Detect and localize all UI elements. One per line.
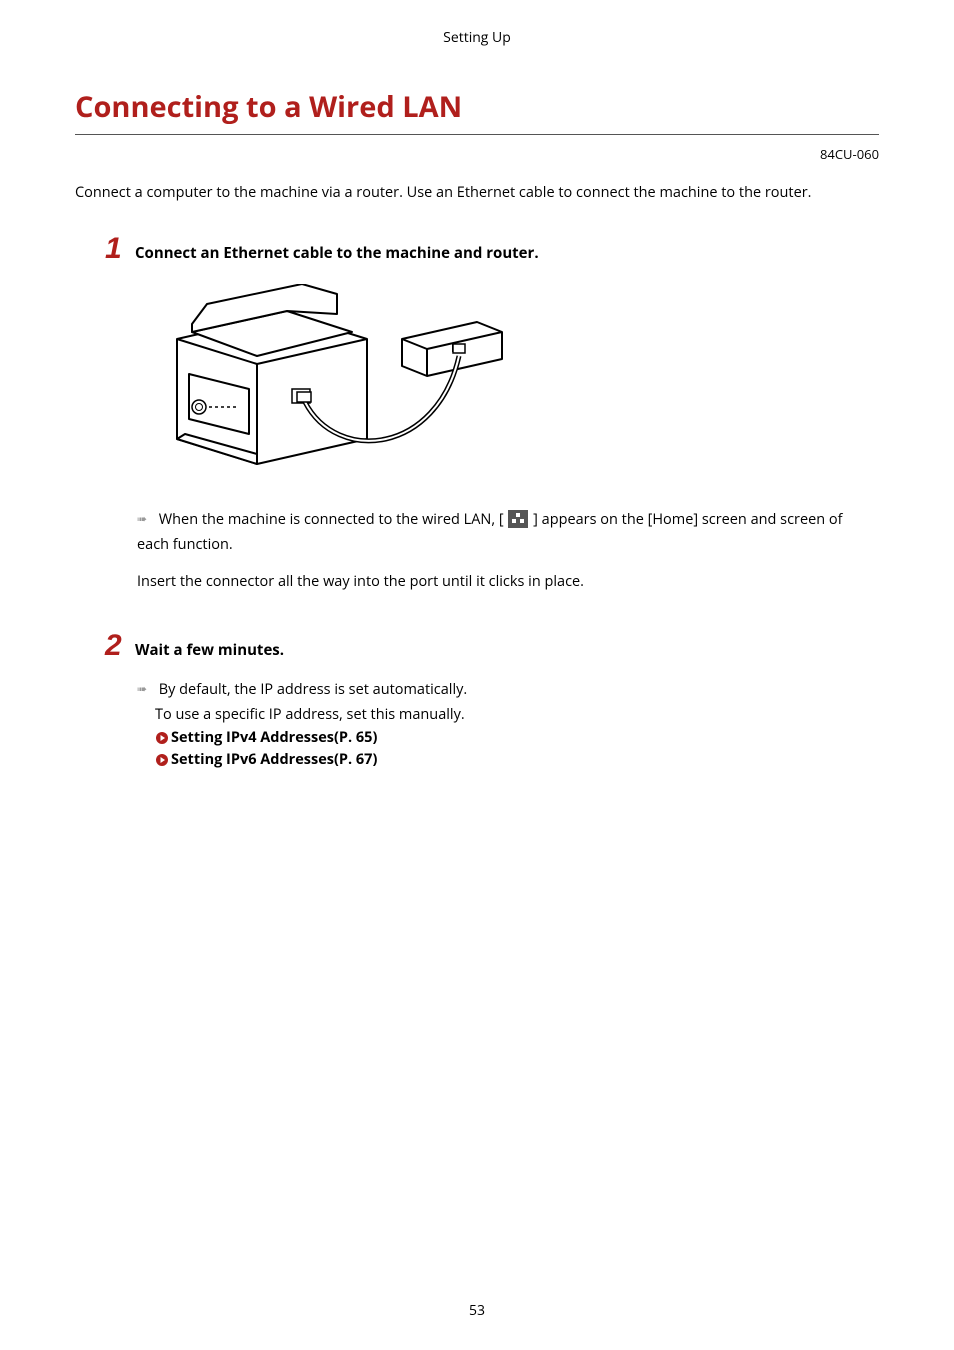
step-2-body: ➠ By default, the IP address is set auto… xyxy=(137,677,869,771)
step-2-line2: To use a specific IP address, set this m… xyxy=(155,702,869,727)
step-number-2: 2 xyxy=(105,629,135,663)
step-1-title: Connect an Ethernet cable to the machine… xyxy=(135,243,539,263)
link-ipv4[interactable]: Setting IPv4 Addresses(P. 65) xyxy=(155,727,869,749)
step-2-line1: By default, the IP address is set automa… xyxy=(159,680,467,699)
document-code: 84CU-060 xyxy=(75,145,879,163)
step-2-result: ➠ By default, the IP address is set auto… xyxy=(137,677,869,702)
step-2-title: Wait a few minutes. xyxy=(135,640,284,660)
step-1-header: 1 Connect an Ethernet cable to the machi… xyxy=(105,232,879,266)
step-1-body: ➠ When the machine is connected to the w… xyxy=(137,284,869,595)
ethernet-connection-illustration xyxy=(137,284,869,482)
intro-paragraph: Connect a computer to the machine via a … xyxy=(75,181,879,204)
step-1-note: Insert the connector all the way into th… xyxy=(137,569,869,594)
section-header: Setting Up xyxy=(75,28,879,47)
link-ipv6[interactable]: Setting IPv6 Addresses(P. 67) xyxy=(155,749,869,771)
step-1-result-pre: When the machine is connected to the wir… xyxy=(159,510,504,529)
link-bullet-icon xyxy=(155,731,169,745)
page-title: Connecting to a Wired LAN xyxy=(75,87,879,135)
wired-lan-icon xyxy=(508,510,528,528)
result-arrow-icon: ➠ xyxy=(137,678,153,699)
result-arrow-icon: ➠ xyxy=(137,508,153,529)
step-2-header: 2 Wait a few minutes. xyxy=(105,629,879,663)
step-1-result: ➠ When the machine is connected to the w… xyxy=(137,507,869,558)
link-ipv6-text: Setting IPv6 Addresses(P. 67) xyxy=(171,749,377,771)
link-ipv4-text: Setting IPv4 Addresses(P. 65) xyxy=(171,727,377,749)
page-number: 53 xyxy=(0,1301,954,1320)
link-bullet-icon xyxy=(155,753,169,767)
step-number-1: 1 xyxy=(105,232,135,266)
